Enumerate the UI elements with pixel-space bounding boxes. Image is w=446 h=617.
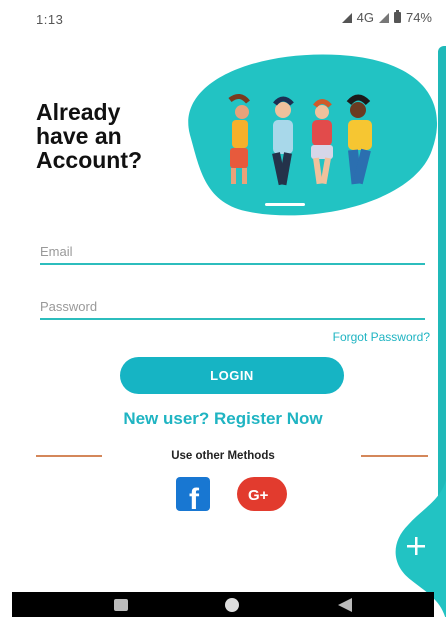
password-input[interactable] xyxy=(40,299,425,318)
email-field-wrapper xyxy=(40,243,425,265)
network-type: 4G xyxy=(356,10,374,25)
google-login-button[interactable]: G+ xyxy=(237,477,287,511)
password-field-wrapper xyxy=(40,298,425,320)
facebook-login-button[interactable]: f xyxy=(176,477,210,516)
facebook-glyph: f xyxy=(189,483,200,511)
status-bar: 1:13 4G 74% xyxy=(0,0,446,34)
register-link[interactable]: New user? Register Now xyxy=(0,409,446,429)
home-icon[interactable] xyxy=(225,598,239,612)
title-line-3: Account? xyxy=(36,147,143,173)
wifi-signal-icon xyxy=(378,12,389,23)
status-time: 1:13 xyxy=(36,12,64,27)
email-input[interactable] xyxy=(40,244,425,263)
divider-right xyxy=(361,455,428,457)
back-icon[interactable] xyxy=(338,598,352,612)
battery-level: 74% xyxy=(405,10,432,25)
recent-apps-icon[interactable] xyxy=(114,599,128,611)
google-plus-icon: G+ xyxy=(248,487,269,504)
facebook-icon: f xyxy=(189,483,200,516)
title-line-1: Already xyxy=(36,99,121,125)
signal-icon xyxy=(341,12,352,23)
google-glyph: G+ xyxy=(248,487,269,504)
page-title: Already have an Account? xyxy=(36,100,186,172)
login-screen: 1:13 4G 74% Already have an Account? Ema… xyxy=(0,0,446,617)
navigation-bar xyxy=(12,592,434,617)
forgot-password-link[interactable]: Forgot Password? xyxy=(333,330,430,344)
title-line-2: have an xyxy=(36,123,122,149)
login-button[interactable]: LOGIN xyxy=(120,357,344,394)
plus-icon[interactable] xyxy=(403,533,429,559)
people-illustration xyxy=(188,54,438,216)
battery-icon xyxy=(393,10,401,23)
illustration xyxy=(170,40,446,220)
status-icons: 4G 74% xyxy=(341,10,432,25)
